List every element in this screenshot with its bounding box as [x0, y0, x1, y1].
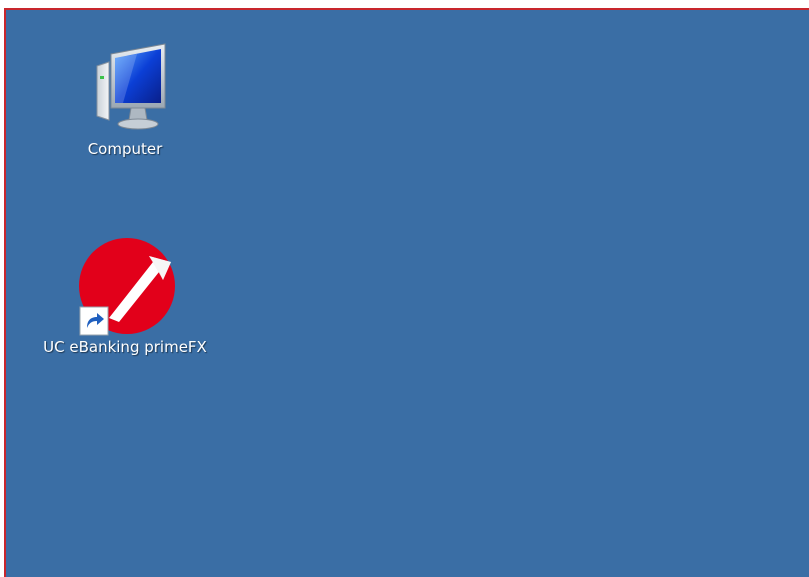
desktop[interactable]: Computer UC eBanking primeFX: [6, 10, 809, 577]
desktop-frame: Computer UC eBanking primeFX: [4, 8, 809, 577]
unicredit-logo-icon: [75, 234, 175, 336]
desktop-icon-label: UC eBanking primeFX: [43, 338, 207, 356]
desktop-icon-computer[interactable]: Computer: [62, 36, 188, 158]
desktop-icon-label: Computer: [87, 140, 163, 158]
desktop-icon-uc-ebanking-primefx[interactable]: UC eBanking primeFX: [18, 234, 232, 356]
computer-icon: [75, 36, 175, 136]
shortcut-arrow-icon: [79, 306, 109, 336]
